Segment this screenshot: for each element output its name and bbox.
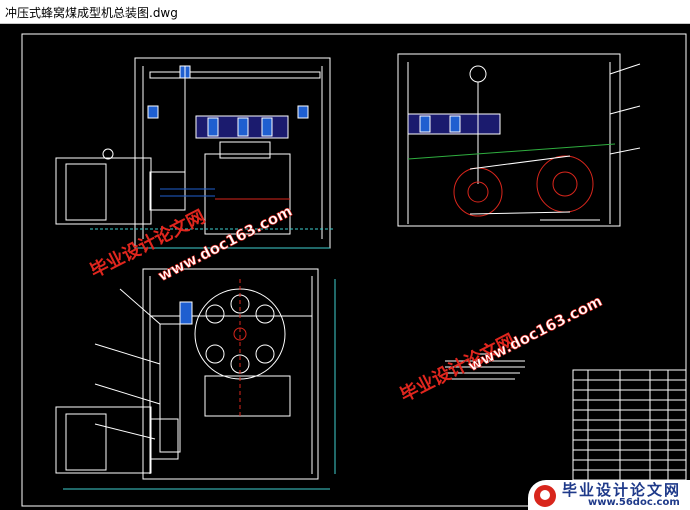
logo-url-text: www.56doc.com — [588, 497, 680, 508]
site-logo: 毕业设计论文网 www.56doc.com — [528, 480, 690, 510]
logo-badge-dot-icon — [540, 490, 550, 500]
top-view — [55, 268, 336, 490]
cad-drawing-canvas[interactable]: 毕业设计论文网 www.doc163.com 毕业设计论文网 www.doc16… — [0, 24, 690, 510]
window-title: 冲压式蜂窝煤成型机总装图.dwg — [5, 6, 178, 20]
title-bar: 冲压式蜂窝煤成型机总装图.dwg — [0, 0, 690, 24]
side-view — [397, 53, 641, 227]
